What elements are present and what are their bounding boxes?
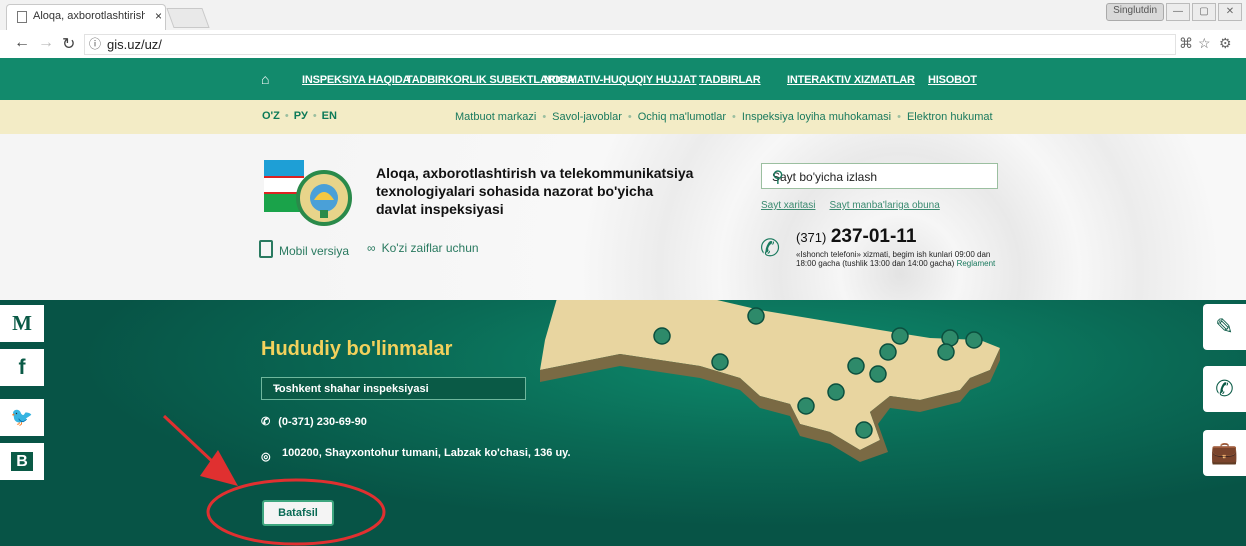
language-switcher: O'Z • РУ • EN bbox=[262, 110, 337, 122]
sitemap-link[interactable]: Sayt xaritasi bbox=[761, 200, 815, 211]
new-tab-button[interactable] bbox=[166, 8, 210, 28]
regions-section: Hududiy bo'linmalar Toshkent shahar insp… bbox=[0, 300, 1246, 546]
map-pin bbox=[879, 343, 897, 361]
quicklink-matbuot[interactable]: Matbuot markazi bbox=[455, 111, 536, 123]
map-pin bbox=[827, 383, 845, 401]
feedback-edit-icon[interactable]: ✎ bbox=[1203, 304, 1246, 350]
quick-links: Matbuot markazi • Savol-javoblar • Ochiq ma'… bbox=[455, 111, 993, 123]
close-window-button[interactable]: ✕ bbox=[1218, 3, 1242, 21]
mobile-icon bbox=[259, 240, 273, 258]
lang-en[interactable]: EN bbox=[322, 110, 337, 122]
phone-side-icon[interactable]: ✆ bbox=[1203, 366, 1246, 412]
site-header: Aloqa, axborotlashtirish va telekommunik… bbox=[0, 134, 1246, 300]
map-pin bbox=[855, 421, 873, 439]
main-nav: ⌂ INSPEKSIYA HAQIDA TADBIRKORLIK SUBEKTL… bbox=[0, 58, 1246, 100]
reload-icon[interactable]: ↻ bbox=[62, 34, 75, 54]
phone-icon: ✆ bbox=[760, 235, 781, 262]
forward-icon[interactable]: → bbox=[38, 34, 54, 52]
briefcase-icon[interactable]: 💼 bbox=[1203, 430, 1246, 476]
reglament-link[interactable]: Reglament bbox=[957, 259, 996, 268]
profile-button[interactable]: Singlutdin bbox=[1106, 3, 1164, 21]
low-vision-link[interactable]: ∞ Ko'zi zaiflar uchun bbox=[367, 241, 479, 255]
map-pin bbox=[653, 327, 671, 345]
map-pin bbox=[847, 357, 865, 375]
info-icon[interactable]: ⓘ bbox=[89, 35, 101, 52]
region-phone: ✆ (0-371) 230-69-90 bbox=[261, 416, 367, 428]
vk-icon[interactable]: B bbox=[0, 443, 44, 480]
map-pin bbox=[869, 365, 887, 383]
search-input[interactable]: Sayt bo'yicha izlash ⚲ bbox=[761, 163, 998, 189]
quicklink-savol[interactable]: Savol-javoblar bbox=[552, 111, 622, 123]
search-icon[interactable]: ⚲ bbox=[772, 167, 989, 187]
nav-item-interaktiv[interactable]: INTERAKTIV XIZMATLAR bbox=[787, 74, 915, 86]
address-bar: ← → ↻ ⓘ gis.uz/uz/ ⌘ ☆ ⚙ bbox=[0, 30, 1246, 59]
browser-tab-bar: Aloqa, axborotlashtirish × Singlutdin — … bbox=[0, 0, 1246, 30]
window-controls: Singlutdin — ▢ ✕ bbox=[1106, 3, 1242, 21]
nav-item-tadbirlar[interactable]: TADBIRLAR bbox=[699, 74, 761, 86]
search-links: Sayt xaritasi Sayt manba'lariga obuna bbox=[761, 200, 954, 211]
nav-item-hisobot[interactable]: HISOBOT bbox=[928, 74, 977, 86]
lang-uz[interactable]: O'Z bbox=[262, 110, 280, 122]
quicklink-loyiha[interactable]: Inspeksiya loyiha muhokamasi bbox=[742, 111, 891, 123]
extension-icon[interactable]: ⚙ bbox=[1219, 35, 1232, 52]
hotline-number: 237-01-11 bbox=[830, 226, 917, 247]
mobile-version-link[interactable]: Mobil versiya bbox=[259, 240, 349, 258]
glasses-icon: ∞ bbox=[367, 241, 376, 255]
location-pin-icon: ◎ bbox=[261, 451, 271, 463]
phone-icon: ✆ bbox=[261, 416, 271, 428]
nav-item-normativ[interactable]: NORMATIV-HUQUQIY HUJJAT bbox=[544, 74, 697, 86]
tab-title: Aloqa, axborotlashtirish bbox=[33, 10, 145, 22]
map-pin bbox=[965, 331, 983, 349]
map-pin bbox=[797, 397, 815, 415]
home-icon[interactable]: ⌂ bbox=[261, 71, 269, 87]
social-m-icon[interactable]: M bbox=[0, 305, 44, 342]
uzbekistan-map[interactable] bbox=[0, 300, 1246, 546]
regions-title: Hududiy bo'linmalar bbox=[261, 338, 453, 360]
region-select[interactable]: Toshkent shahar inspeksiyasi ⌄ bbox=[261, 377, 526, 400]
browser-tab[interactable]: Aloqa, axborotlashtirish × bbox=[6, 4, 166, 30]
translate-icon[interactable]: ⌘ bbox=[1179, 35, 1193, 52]
map-pin bbox=[891, 327, 909, 345]
tab-close-icon[interactable]: × bbox=[155, 9, 162, 23]
quicklink-ochiq[interactable]: Ochiq ma'lumotlar bbox=[638, 111, 726, 123]
nav-item-inspeksiya[interactable]: INSPEKSIYA HAQIDA bbox=[302, 74, 410, 86]
twitter-icon[interactable]: 🐦 bbox=[0, 399, 44, 436]
maximize-button[interactable]: ▢ bbox=[1192, 3, 1216, 21]
bookmark-star-icon[interactable]: ☆ bbox=[1198, 35, 1211, 52]
back-icon[interactable]: ← bbox=[14, 34, 30, 52]
subscribe-link[interactable]: Sayt manba'lariga obuna bbox=[829, 200, 939, 211]
map-pin bbox=[747, 307, 765, 325]
chevron-down-icon: ⌄ bbox=[273, 382, 282, 393]
state-emblem-logo[interactable] bbox=[262, 154, 352, 232]
page-favicon-icon bbox=[17, 11, 27, 23]
batafsil-button[interactable]: Batafsil bbox=[262, 500, 334, 526]
secondary-nav: O'Z • РУ • EN Matbuot markazi • Savol-javoblar… bbox=[0, 100, 1246, 134]
org-name: Aloqa, axborotlashtirish va telekommunik… bbox=[376, 165, 694, 217]
lang-ru[interactable]: РУ bbox=[294, 110, 308, 122]
url-field[interactable]: ⓘ gis.uz/uz/ bbox=[84, 34, 1176, 55]
url-text: gis.uz/uz/ bbox=[107, 37, 162, 52]
minimize-button[interactable]: — bbox=[1166, 3, 1190, 21]
map-pin bbox=[937, 343, 955, 361]
map-pin bbox=[711, 353, 729, 371]
facebook-icon[interactable]: f bbox=[0, 349, 44, 386]
hotline-code: (371) bbox=[796, 230, 827, 245]
quicklink-elektron[interactable]: Elektron hukumat bbox=[907, 111, 993, 123]
